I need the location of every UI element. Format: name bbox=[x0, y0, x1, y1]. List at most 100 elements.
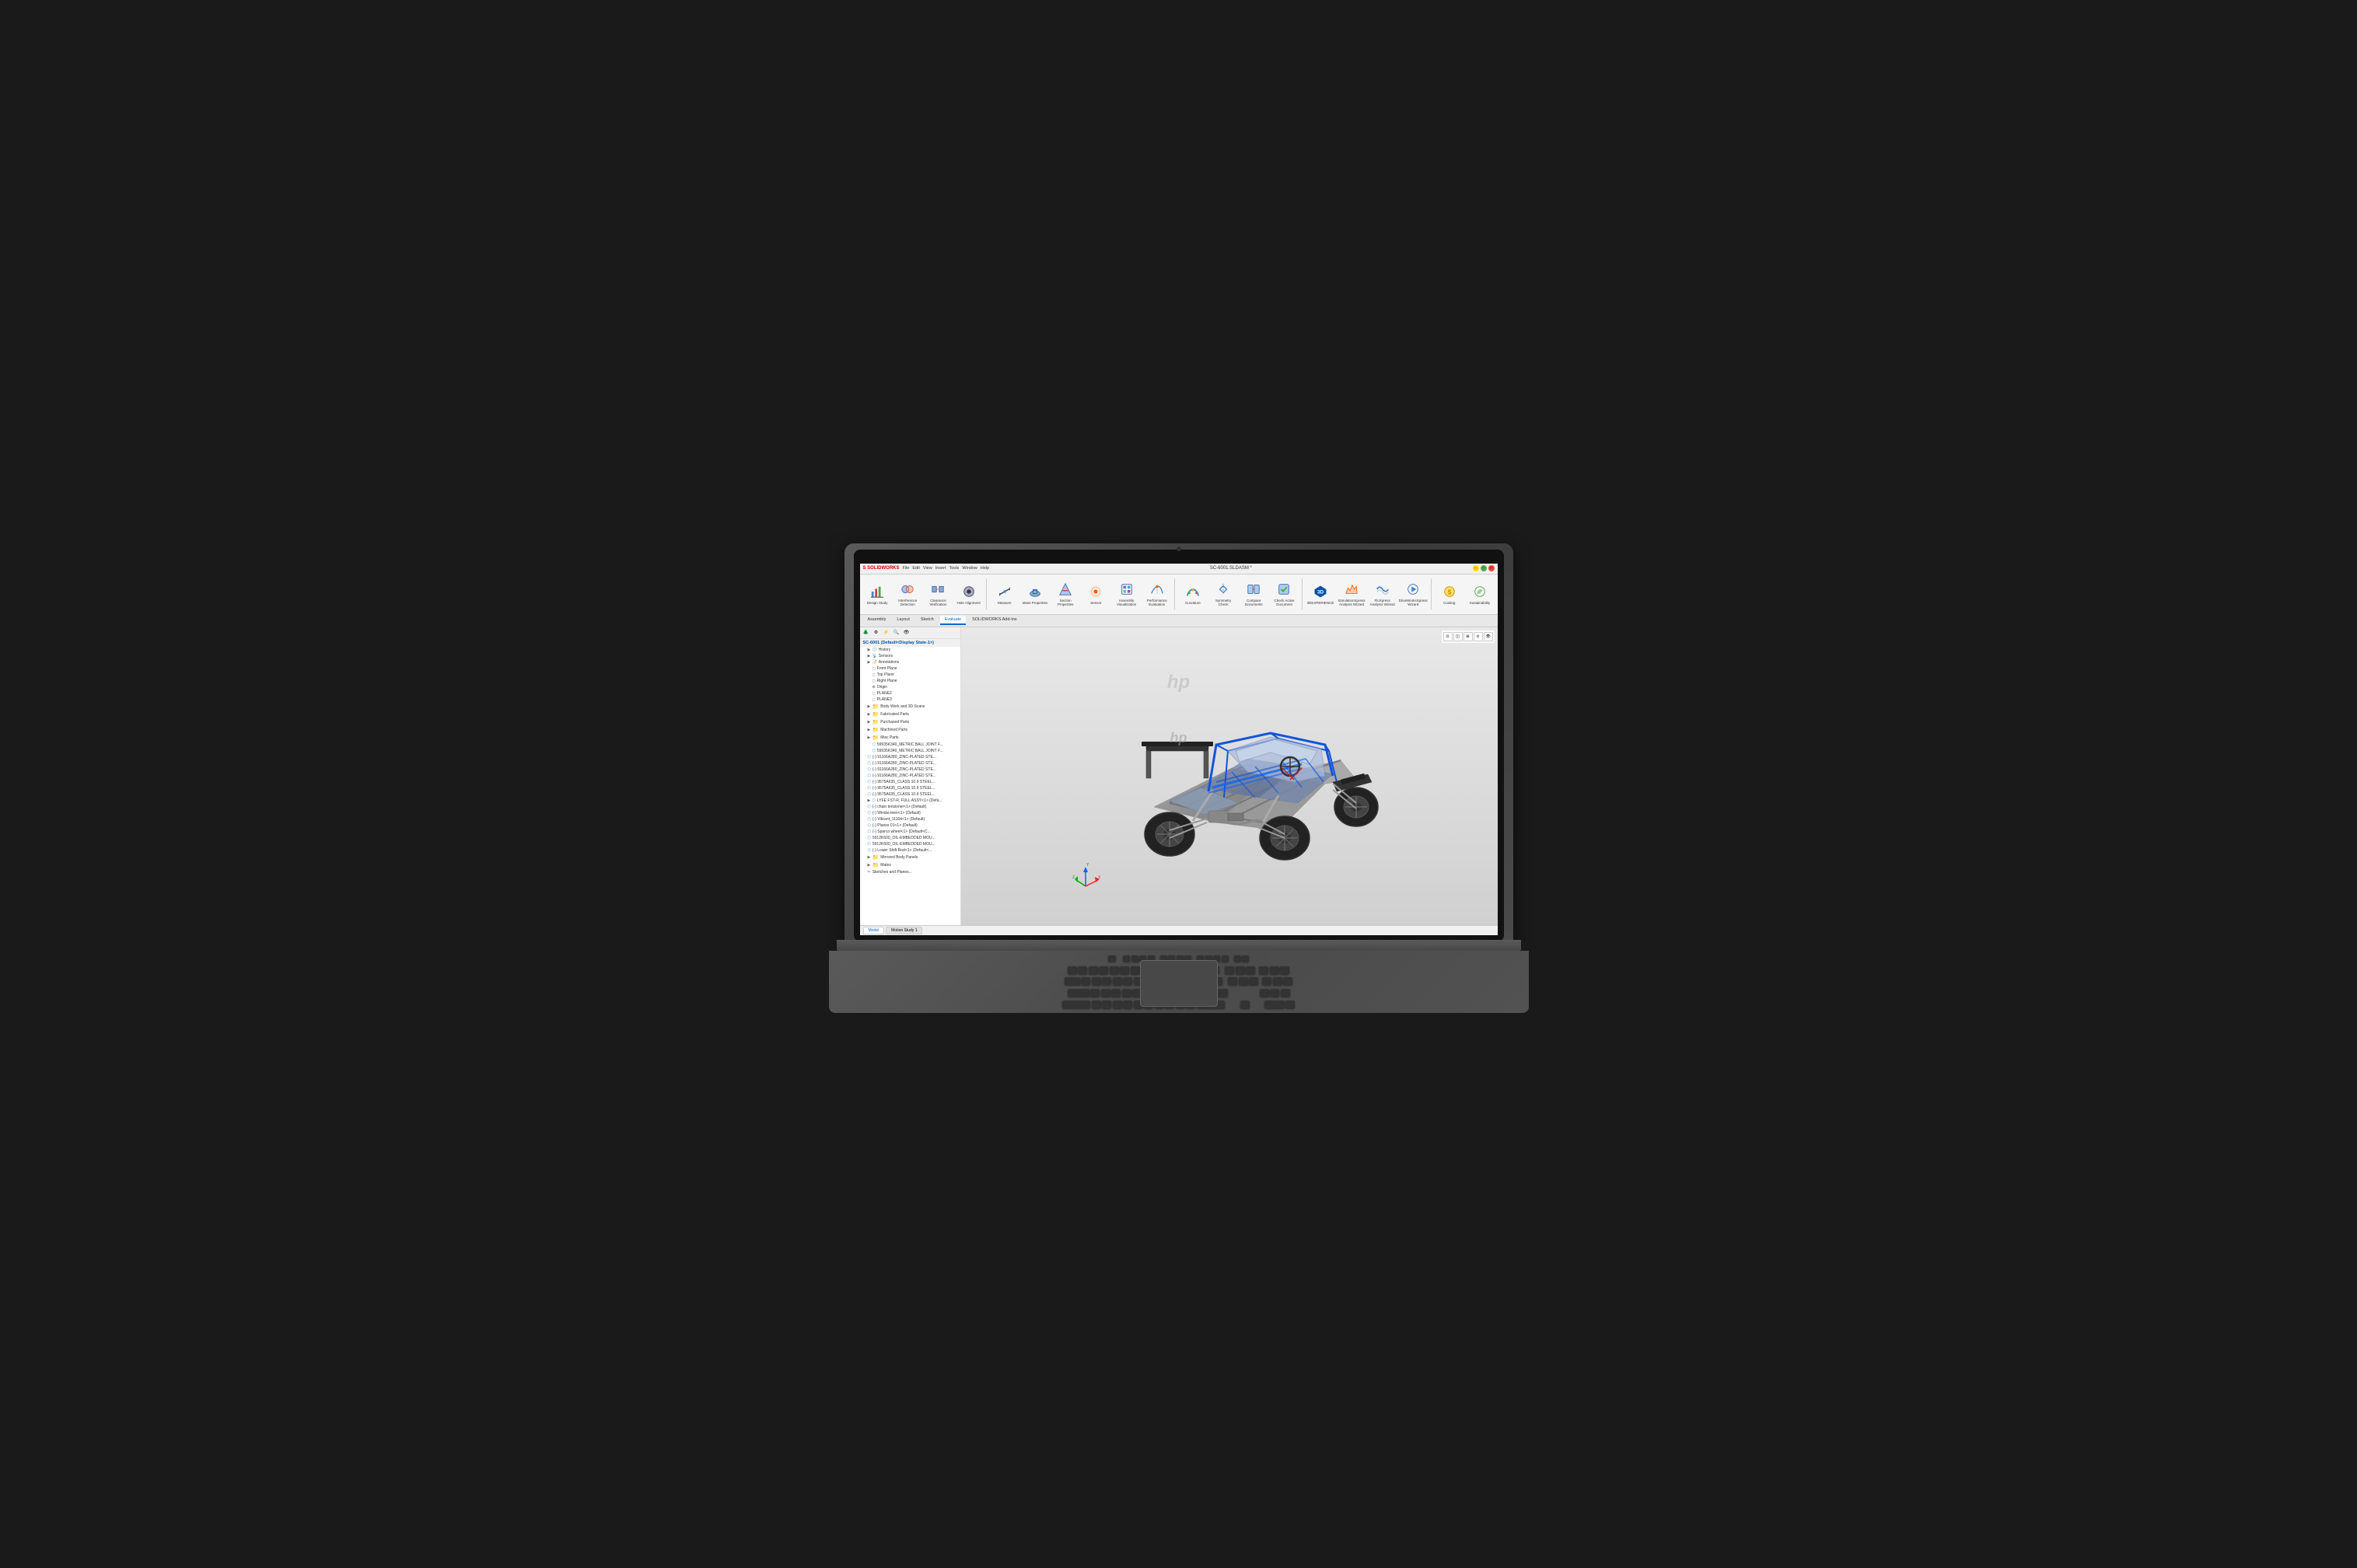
sidebar-item-misc[interactable]: ▶ 📁 Misc Parts bbox=[860, 734, 960, 742]
toolbar-simulation[interactable]: SimulationXpress Analysis Wizard bbox=[1337, 575, 1366, 613]
menu-tools[interactable]: Tools bbox=[949, 566, 959, 571]
key-backtick[interactable] bbox=[1068, 966, 1077, 974]
key-x[interactable] bbox=[1102, 1001, 1111, 1008]
key-esc[interactable] bbox=[1108, 955, 1116, 962]
menu-insert[interactable]: Insert bbox=[935, 566, 946, 571]
key-prtsc[interactable] bbox=[1234, 955, 1241, 962]
vp-view-orient[interactable]: ⊙ bbox=[1474, 632, 1483, 641]
key-num1[interactable] bbox=[1260, 989, 1269, 997]
key-num9[interactable] bbox=[1280, 966, 1289, 974]
sidebar-item-machined[interactable]: ▶ 📁 Machined Parts bbox=[860, 726, 960, 734]
sidebar-item-top-plane[interactable]: ▶ ◻ Top Plane bbox=[860, 672, 960, 678]
key-4[interactable] bbox=[1110, 966, 1119, 974]
sidebar-item-lyfe[interactable]: ▶ ⬡ LYFE FST-R, FULL ASSY<1> (Defa... bbox=[860, 798, 960, 804]
sidebar-item-fabricated[interactable]: ▶ 📁 Fabricated Parts bbox=[860, 711, 960, 718]
key-f1[interactable] bbox=[1123, 955, 1130, 962]
sidebar-item-part1[interactable]: ▶ ⬡ 59935K340_METRIC BALL JOINT F... bbox=[860, 742, 960, 748]
key-f12[interactable] bbox=[1222, 955, 1229, 962]
vp-hide-show[interactable]: 👁 bbox=[1484, 632, 1493, 641]
sidebar-search-icon[interactable]: 🔍 bbox=[892, 628, 901, 637]
key-w[interactable] bbox=[1092, 977, 1101, 985]
menu-edit[interactable]: Edit bbox=[912, 566, 919, 571]
sidebar-item-origin[interactable]: ▶ ⊕ Origin bbox=[860, 684, 960, 690]
toolbar-curvature[interactable]: Curvature bbox=[1178, 575, 1207, 613]
toolbar-sustainability[interactable]: Sustainability bbox=[1465, 575, 1494, 613]
toolbar-check[interactable]: Check Active Document bbox=[1270, 575, 1299, 613]
key-pgup[interactable] bbox=[1246, 966, 1255, 974]
sidebar-item-plane2[interactable]: ▶ ◻ PLANE2 bbox=[860, 690, 960, 697]
key-e[interactable] bbox=[1102, 977, 1111, 985]
tab-assembly[interactable]: Assembly bbox=[863, 616, 891, 625]
sidebar-item-lower-shift[interactable]: ⬡ (-) Lower Shift Rod<1> (Default<... bbox=[860, 847, 960, 854]
key-pgdn[interactable] bbox=[1249, 977, 1258, 985]
tab-motion-study-1[interactable]: Motion Study 1 bbox=[886, 927, 922, 934]
3d-viewport[interactable]: Y X Z ⊡ ◫ ⊞ ⊙ 👁 bbox=[961, 627, 1498, 925]
key-del2[interactable] bbox=[1228, 977, 1237, 985]
key-s[interactable] bbox=[1101, 989, 1110, 997]
toolbar-compare[interactable]: Compare Documents bbox=[1240, 575, 1268, 613]
key-tab[interactable] bbox=[1065, 977, 1080, 985]
sidebar-item-annotations[interactable]: ▶ 📝 Annotations bbox=[860, 659, 960, 665]
key-ins[interactable] bbox=[1225, 966, 1234, 974]
toolbar-driveworks[interactable]: DriveWorksXpress Wizard bbox=[1398, 575, 1428, 613]
toolbar-clearance[interactable]: Clearance Verification bbox=[924, 575, 953, 613]
sidebar-item-mirrored[interactable]: ▶ 📁 Mirrored Body Panels bbox=[860, 854, 960, 861]
key-numdot[interactable] bbox=[1285, 1001, 1295, 1008]
toolbar-section[interactable]: Section Properties bbox=[1051, 575, 1080, 613]
toolbar-symmetry[interactable]: Symmetry Check bbox=[1209, 575, 1238, 613]
key-num0[interactable] bbox=[1264, 1001, 1285, 1008]
key-lshift[interactable] bbox=[1062, 1001, 1090, 1008]
toolbar-assembly-vis[interactable]: Assembly Visualization bbox=[1112, 575, 1141, 613]
sidebar-item-part5[interactable]: ⬡ (-) 91166A280_ZINC-PLATED STE... bbox=[860, 767, 960, 773]
vp-section-view[interactable]: ⊞ bbox=[1464, 632, 1473, 641]
key-f[interactable] bbox=[1122, 989, 1131, 997]
sidebar-item-part4[interactable]: ⬡ (-) 91166A280_ZINC-PLATED STE... bbox=[860, 760, 960, 767]
key-r[interactable] bbox=[1113, 977, 1122, 985]
sidebar-item-vibrant[interactable]: ⬡ (-) Vibrant_11164<1> (Default) bbox=[860, 816, 960, 822]
sidebar-item-sparco[interactable]: ⬡ (-) Sparco wheel<1> (Default<C... bbox=[860, 829, 960, 835]
key-z[interactable] bbox=[1092, 1001, 1101, 1008]
sidebar-item-part9[interactable]: ⬡ (-) 9575A635_CLASS 10.9 STEEL... bbox=[860, 791, 960, 798]
vp-display-mode[interactable]: ◫ bbox=[1453, 632, 1463, 641]
sidebar-item-oil-emb2[interactable]: ⬡ 5912K600_OIL-EMBEDDED MOU... bbox=[860, 841, 960, 847]
sidebar-display-icon[interactable]: 👁 bbox=[902, 628, 911, 637]
toolbar-measure[interactable]: Measure bbox=[990, 575, 1019, 613]
sidebar-item-sketches[interactable]: ✏ Sketches and Planes... bbox=[860, 869, 960, 875]
sidebar-item-part3[interactable]: ⬡ (-) 91166A280_ZINC-PLATED STE... bbox=[860, 754, 960, 760]
key-num2[interactable] bbox=[1270, 989, 1279, 997]
menu-window[interactable]: Window bbox=[962, 566, 977, 571]
toolbar-design-study[interactable]: Design Study bbox=[863, 575, 892, 613]
sidebar-item-history[interactable]: ▶ 🕐 History bbox=[860, 647, 960, 653]
menu-help[interactable]: Help bbox=[981, 566, 989, 571]
menu-view[interactable]: View bbox=[923, 566, 932, 571]
close-button[interactable]: ✕ bbox=[1488, 565, 1495, 571]
toolbar-costing[interactable]: $ Costing bbox=[1435, 575, 1464, 613]
key-num3[interactable] bbox=[1281, 989, 1290, 997]
toolbar-flow[interactable]: FloXpress Analysis Wizard bbox=[1368, 575, 1397, 613]
key-t[interactable] bbox=[1123, 977, 1132, 985]
sidebar-item-part7[interactable]: ⬡ (-) 9575A635_CLASS 10.9 STEEL... bbox=[860, 779, 960, 785]
key-d[interactable] bbox=[1111, 989, 1121, 997]
sidebar-item-part2[interactable]: ▶ ⬡ 59935K340_METRIC BALL JOINT F... bbox=[860, 748, 960, 754]
sidebar-item-oil-emb1[interactable]: ⬡ 5912K600_OIL-EMBEDDED MOU... bbox=[860, 835, 960, 841]
tab-evaluate[interactable]: Evaluate bbox=[940, 616, 966, 625]
minimize-button[interactable]: ─ bbox=[1473, 565, 1479, 571]
toolbar-hole[interactable]: Hole Alignment bbox=[954, 575, 983, 613]
toolbar-sensor[interactable]: Sensor bbox=[1082, 575, 1110, 613]
tab-layout[interactable]: Layout bbox=[892, 616, 914, 625]
key-2[interactable] bbox=[1089, 966, 1098, 974]
key-f2[interactable] bbox=[1131, 955, 1138, 962]
sidebar-item-mates[interactable]: ▶ 📁 Mates bbox=[860, 861, 960, 869]
key-num5[interactable] bbox=[1273, 977, 1282, 985]
key-uparrow[interactable] bbox=[1240, 1001, 1250, 1008]
sidebar-item-front-plane[interactable]: ▶ ◻ Front Plane bbox=[860, 665, 960, 672]
key-num8[interactable] bbox=[1270, 966, 1279, 974]
menu-file[interactable]: File bbox=[903, 566, 910, 571]
sidebar-item-part8[interactable]: ⬡ (-) 9575A635_CLASS 10.9 STEEL... bbox=[860, 785, 960, 791]
key-3[interactable] bbox=[1099, 966, 1108, 974]
key-q[interactable] bbox=[1081, 977, 1090, 985]
toolbar-performance[interactable]: Performance Evaluation bbox=[1142, 575, 1171, 613]
sidebar-item-chain[interactable]: ⬡ (-) chain tensioner<1> (Default) bbox=[860, 804, 960, 810]
sidebar-item-sensors[interactable]: ▶ 📡 Sensors bbox=[860, 653, 960, 659]
key-num6[interactable] bbox=[1283, 977, 1292, 985]
